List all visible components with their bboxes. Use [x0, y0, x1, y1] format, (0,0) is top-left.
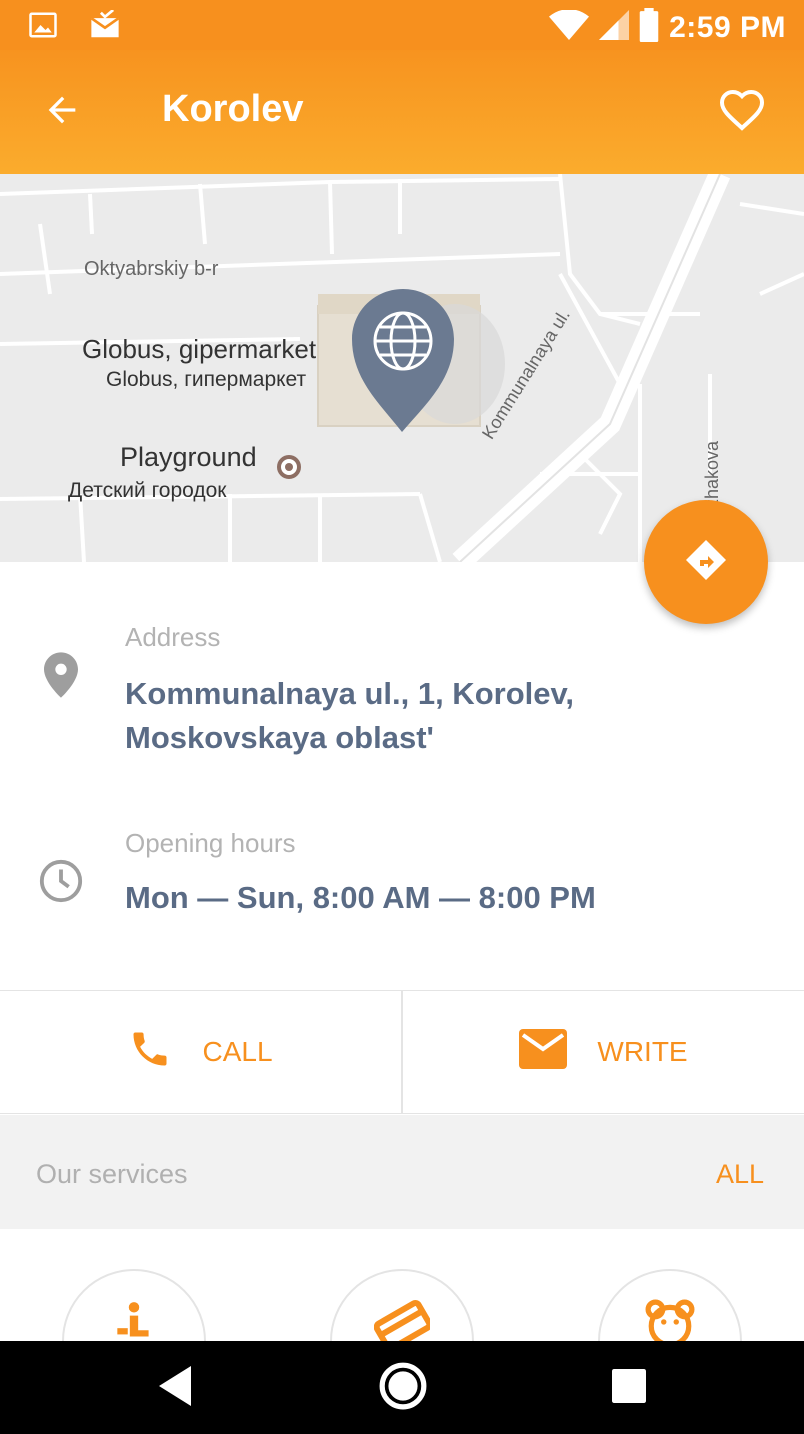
address-section: Address Kommunalnaya ul., 1, Korolev, Mo… [0, 600, 804, 780]
recents-square-icon [612, 1368, 646, 1408]
directions-icon [682, 536, 730, 589]
service-item[interactable] [598, 1269, 742, 1341]
credit-card-icon [373, 1299, 433, 1341]
mail-icon [88, 8, 122, 45]
wifi-icon [549, 9, 590, 45]
teddy-bear-icon [644, 1299, 696, 1341]
heart-outline-icon [718, 86, 766, 139]
map-label-street: Oktyabrskiy b-r [84, 258, 219, 280]
home-circle-icon [378, 1361, 428, 1416]
service-item[interactable] [330, 1269, 474, 1341]
system-nav-bar [0, 1341, 804, 1434]
back-triangle-icon [159, 1365, 195, 1411]
nav-recents-button[interactable] [602, 1361, 656, 1415]
person-icon [109, 1299, 159, 1341]
nav-back-button[interactable] [150, 1361, 204, 1415]
clock-icon [36, 856, 86, 906]
nav-home-button[interactable] [376, 1361, 430, 1415]
favorite-button[interactable] [716, 86, 768, 138]
map-label-poi: Playground [120, 442, 257, 472]
toolbar: Korolev [0, 50, 804, 174]
location-pin-icon [36, 650, 86, 700]
hours-value: Mon — Sun, 8:00 AM — 8:00 PM [125, 880, 596, 915]
services-title: Our services [36, 1159, 188, 1189]
battery-icon [639, 8, 659, 47]
hours-label: Opening hours [125, 828, 296, 858]
phone-icon [128, 1027, 172, 1078]
service-item[interactable] [62, 1269, 206, 1341]
back-button[interactable] [38, 88, 86, 136]
status-time: 2:59 PM [669, 10, 786, 44]
directions-button[interactable] [644, 500, 768, 624]
contact-actions: CALL WRITE [0, 990, 804, 1114]
status-bar: 2:59 PM [0, 0, 804, 50]
image-icon [28, 10, 58, 45]
map-label-poi-local: Детский городок [68, 479, 227, 502]
map-label-poi-local: Globus, гипермаркет [106, 368, 307, 391]
write-label: WRITE [597, 1036, 688, 1067]
arrow-back-icon [42, 90, 82, 135]
signal-icon [599, 10, 630, 45]
services-all-link[interactable]: ALL [716, 1159, 764, 1190]
page-title: Korolev [162, 88, 304, 130]
hours-section: Opening hours Mon — Sun, 8:00 AM — 8:00 … [0, 810, 804, 950]
services-header: Our services ALL [0, 1115, 804, 1229]
mail-icon [519, 1028, 568, 1076]
address-value[interactable]: Kommunalnaya ul., 1, Korolev, Moskovskay… [125, 672, 745, 760]
address-label: Address [125, 622, 221, 652]
write-button[interactable]: WRITE [401, 991, 804, 1113]
call-button[interactable]: CALL [0, 991, 401, 1113]
services-list [0, 1229, 804, 1341]
call-label: CALL [202, 1036, 273, 1067]
map-label-poi: Globus, gipermarket [82, 334, 317, 364]
